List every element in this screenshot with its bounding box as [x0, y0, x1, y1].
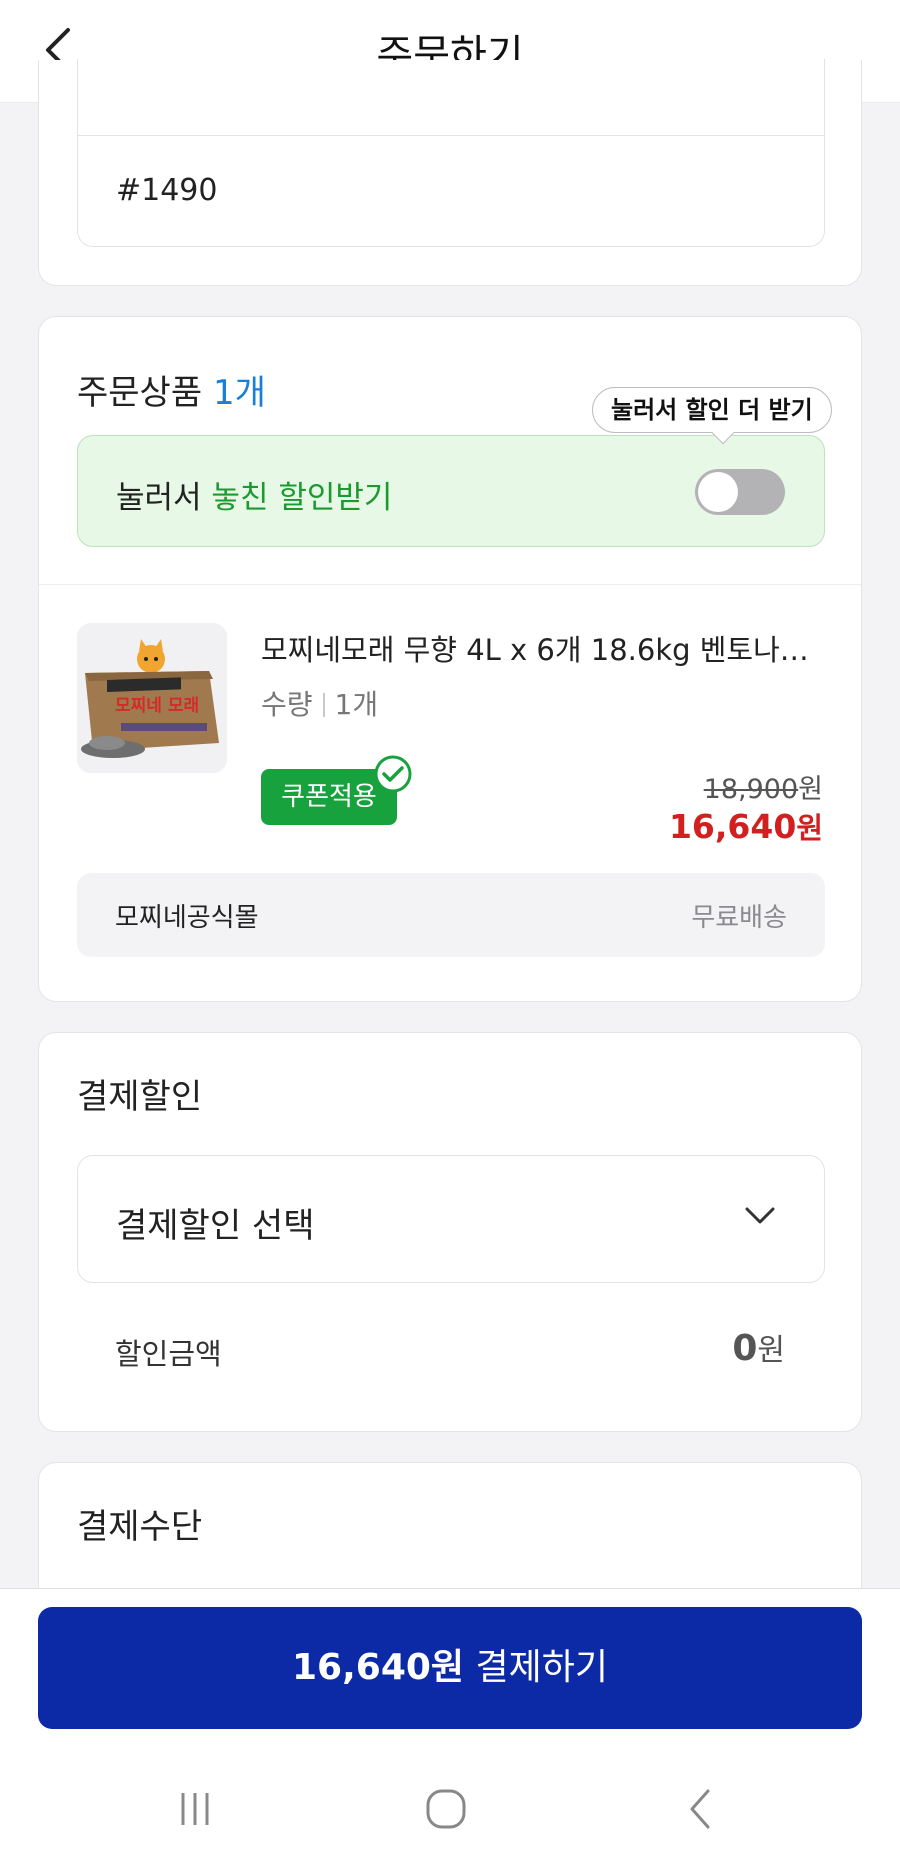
pay-amount: 16,640원	[292, 1647, 465, 1688]
promo-text: 눌러서 놓친 할인받기	[116, 472, 392, 517]
tooltip-text: 눌러서 할인 더 받기	[611, 396, 813, 424]
payment-discount-select[interactable]: 결제할인 선택	[77, 1155, 825, 1283]
chevron-down-icon	[745, 1207, 775, 1224]
system-nav-bar	[0, 1779, 900, 1849]
product-name[interactable]: 모찌네모래 무향 4L x 6개 18.6kg 벤토나이트	[261, 627, 831, 669]
divider	[39, 584, 861, 585]
promo-text-highlight: 놓친 할인받기	[211, 480, 393, 516]
seller-name: 모찌네공식몰	[115, 903, 259, 933]
pay-label: 결제하기	[464, 1647, 608, 1688]
home-icon[interactable]	[416, 1779, 476, 1839]
order-items-count: 1개	[212, 373, 266, 413]
missed-discount-banner[interactable]: 눌러서 놓친 할인받기	[77, 435, 825, 547]
sale-price-unit: 원	[796, 811, 823, 845]
litter-box-illustration: 모찌네 모래	[77, 623, 227, 773]
recent-apps-icon[interactable]	[165, 1779, 225, 1839]
order-items-card: 주문상품 1개 눌러서 놓친 할인받기 눌러서 할인 더 받기 모찌네 모래 모…	[38, 316, 862, 1002]
discount-tooltip: 눌러서 할인 더 받기	[592, 387, 832, 445]
original-price-value: 18,900	[703, 774, 799, 805]
toggle-knob	[698, 472, 738, 512]
order-items-title-text: 주문상품	[77, 373, 203, 413]
shipping-info: 무료배송	[691, 903, 787, 933]
seller-row: 모찌네공식몰 무료배송	[77, 873, 825, 957]
discount-amount-value: 0	[732, 1328, 758, 1369]
payment-discount-title: 결제할인	[77, 1077, 203, 1117]
sale-price: 16,640원	[669, 805, 823, 847]
discount-amount-unit: 원	[757, 1333, 785, 1368]
discount-amount-label: 할인금액	[115, 1337, 222, 1371]
promo-text-prefix: 눌러서	[116, 480, 212, 516]
product-image[interactable]: 모찌네 모래	[77, 623, 227, 773]
select-label: 결제할인 선택	[116, 1206, 315, 1246]
payment-method-title: 결제수단	[77, 1507, 203, 1547]
original-price-unit: 원	[798, 774, 823, 805]
discount-toggle[interactable]	[695, 469, 785, 515]
divider	[78, 135, 824, 136]
check-icon	[374, 755, 412, 793]
discount-amount: 0원	[732, 1325, 785, 1369]
quantity-label: 수량	[261, 688, 313, 721]
order-info-card: #1490	[38, 59, 862, 286]
order-code: #1490	[116, 173, 218, 208]
order-items-title: 주문상품 1개	[77, 365, 266, 414]
quantity-separator	[322, 693, 325, 717]
order-info-box: #1490	[77, 59, 825, 247]
product-quantity: 수량 1개	[261, 683, 378, 723]
quantity-value: 1개	[334, 688, 379, 721]
bottom-bar: 16,640원 결제하기	[0, 1588, 900, 1859]
payment-discount-card: 결제할인 결제할인 선택 할인금액 0원	[38, 1032, 862, 1432]
pay-button[interactable]: 16,640원 결제하기	[38, 1607, 862, 1729]
sale-price-value: 16,640	[668, 807, 797, 846]
original-price: 18,900원	[704, 767, 823, 806]
back-icon[interactable]	[670, 1779, 730, 1839]
product-image-label: 모찌네 모래	[115, 696, 199, 716]
